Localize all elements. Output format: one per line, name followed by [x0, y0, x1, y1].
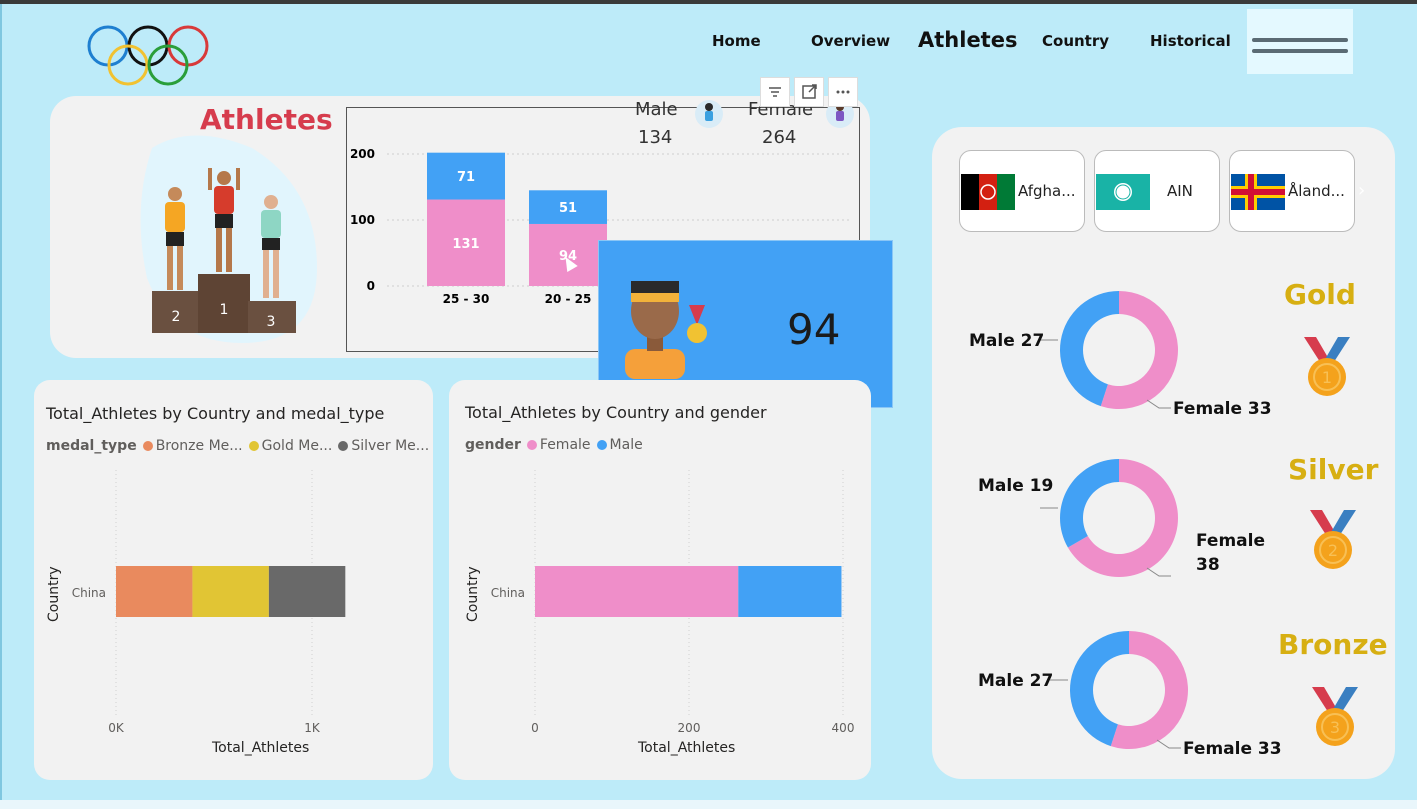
athlete-medal-icon [625, 281, 707, 379]
legend-swatch [248, 441, 259, 451]
leader-line [1156, 739, 1181, 749]
medal-chart-ylabel: Country [46, 566, 62, 622]
gender-bar-chart[interactable]: 0 200 400 China [449, 460, 871, 760]
nav-home[interactable]: Home [712, 32, 761, 50]
ain-flag-icon [1096, 174, 1150, 210]
gold-female-label: Female 33 [1173, 399, 1272, 419]
x-tick: 400 [832, 721, 855, 735]
legend-female[interactable]: Female [540, 437, 591, 453]
female-value: 264 [762, 127, 797, 148]
afghanistan-flag-icon [961, 174, 1015, 210]
y-tick: 100 [350, 213, 375, 227]
filter-icon[interactable] [760, 77, 790, 107]
medal-number: 2 [1328, 541, 1338, 560]
y-tick: 0 [367, 279, 375, 293]
medal-number: 1 [1322, 368, 1332, 387]
gender-chart-title: Total_Athletes by Country and gender [465, 403, 767, 422]
silver-medal-icon: 2 [1310, 510, 1356, 569]
bronze-female-label: Female 33 [1183, 739, 1282, 759]
olympic-rings-logo [87, 25, 209, 86]
x-tick: 20 - 25 [545, 292, 592, 306]
bar-segment[interactable] [535, 566, 739, 617]
bronze-medal-icon: 3 [1312, 687, 1358, 746]
focus-mode-icon[interactable] [794, 77, 824, 107]
data-label: 51 [559, 201, 577, 216]
legend-gold[interactable]: Gold Me... [262, 438, 333, 454]
y-tick: China [72, 586, 106, 600]
silver-female-value: 38 [1196, 555, 1220, 575]
podium-number-2: 2 [172, 309, 181, 325]
silver-female-label: Female [1196, 531, 1265, 551]
podium-number-1: 1 [220, 302, 229, 318]
donut-slice-male[interactable] [1060, 459, 1119, 548]
x-tick: 0 [531, 721, 539, 735]
podium-number-3: 3 [267, 314, 276, 330]
podium-illustration: 2 1 3 [140, 135, 317, 343]
country-name: AIN [1167, 182, 1193, 200]
carousel-next-icon[interactable]: › [1358, 180, 1365, 201]
aland-flag-icon [1231, 174, 1285, 210]
leader-line [1146, 399, 1171, 409]
male-label: Male [635, 99, 678, 120]
medal-chart-legend: medal_type Bronze Me... Gold Me... Silver M… [46, 438, 429, 454]
nav-overview[interactable]: Overview [811, 32, 890, 50]
nav-historical[interactable]: Historical [1150, 32, 1231, 50]
gender-chart-ylabel: Country [465, 566, 481, 622]
x-tick: 0K [108, 721, 125, 735]
leader-line [1146, 567, 1171, 577]
more-options-icon[interactable] [828, 77, 858, 107]
country-card-afghanistan[interactable]: Afgha... [959, 150, 1085, 232]
medal-chart-xlabel: Total_Athletes [212, 740, 310, 756]
legend-male[interactable]: Male [610, 437, 643, 453]
data-label: 71 [457, 170, 475, 185]
legend-title: medal_type [46, 438, 137, 454]
country-name: Åland... [1288, 182, 1345, 200]
nav-athletes[interactable]: Athletes [918, 28, 1017, 52]
male-athlete-icon [695, 100, 723, 128]
data-label: 131 [452, 237, 479, 252]
country-name: Afgha... [1018, 182, 1076, 200]
menu-button[interactable] [1247, 9, 1353, 74]
x-tick: 1K [304, 721, 321, 735]
gold-male-label: Male 27 [969, 331, 1045, 351]
bar-segment[interactable] [192, 566, 269, 617]
bronze-male-label: Male 27 [978, 671, 1054, 691]
legend-silver[interactable]: Silver Me... [351, 438, 429, 454]
x-tick: 200 [678, 721, 701, 735]
gold-medal-icon: 1 [1304, 337, 1350, 396]
legend-swatch [142, 441, 153, 451]
nav-country[interactable]: Country [1042, 32, 1109, 50]
gold-title: Gold [1284, 278, 1356, 311]
menu-icon-line [1252, 49, 1348, 53]
legend-swatch [526, 440, 537, 450]
bronze-title: Bronze [1278, 628, 1388, 661]
male-value: 134 [638, 127, 673, 148]
medal-type-bar-chart[interactable]: 0K 1K China [34, 460, 433, 760]
menu-icon [1252, 38, 1348, 42]
country-card-aland[interactable]: Åland... [1229, 150, 1355, 232]
gender-chart-xlabel: Total_Athletes [638, 740, 736, 756]
legend-swatch [338, 441, 349, 451]
visual-header [760, 77, 858, 107]
country-card-ain[interactable]: AIN [1094, 150, 1220, 232]
tooltip-value: 94 [787, 305, 841, 354]
gender-chart-legend: gender Female Male [465, 437, 643, 453]
bar-segment[interactable] [738, 566, 842, 617]
x-tick: 25 - 30 [443, 292, 490, 306]
legend-title: gender [465, 437, 521, 453]
silver-title: Silver [1288, 453, 1379, 486]
legend-swatch [596, 440, 607, 450]
y-tick: China [491, 586, 525, 600]
medal-chart-title: Total_Athletes by Country and medal_type [46, 404, 385, 423]
legend-bronze[interactable]: Bronze Me... [156, 438, 243, 454]
medal-number: 3 [1330, 718, 1340, 737]
silver-male-label: Male 19 [978, 476, 1054, 496]
bar-segment[interactable] [116, 566, 193, 617]
y-tick: 200 [350, 147, 375, 161]
bar-segment[interactable] [268, 566, 346, 617]
